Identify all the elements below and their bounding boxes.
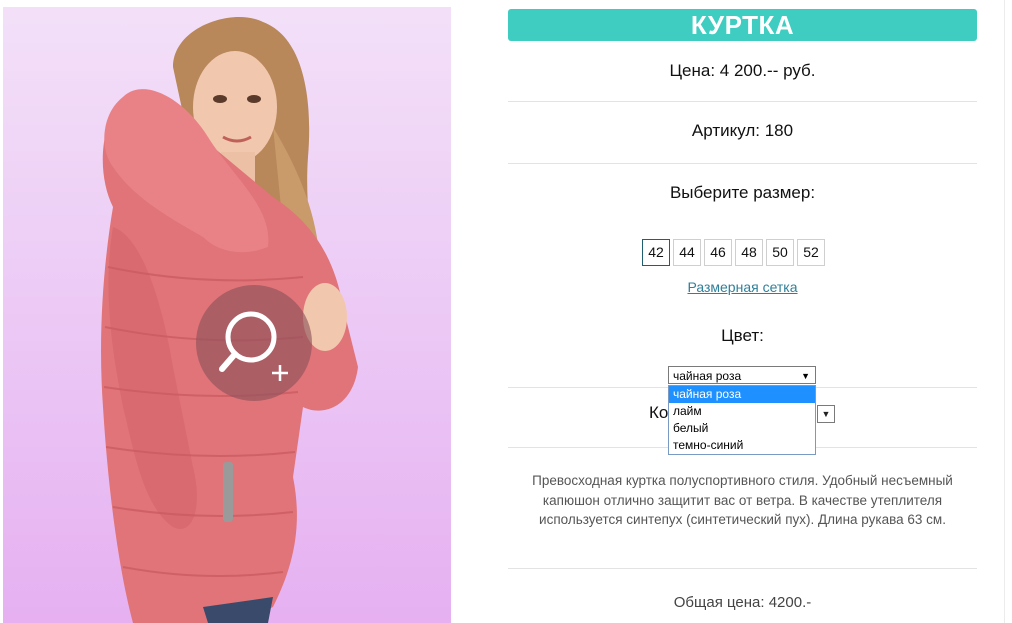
total-price: Общая цена: 4200.- [673, 594, 812, 611]
page-edge-divider [1004, 0, 1005, 623]
color-label: Цвет: [721, 326, 764, 345]
zoom-button[interactable] [196, 285, 312, 401]
zoom-in-icon [219, 311, 288, 381]
quantity-select[interactable]: ▼ [817, 405, 835, 423]
size-prompt: Выберите размер: [669, 183, 816, 202]
size-option-52[interactable]: 52 [797, 239, 825, 266]
color-select-value: чайная роза [673, 369, 742, 383]
color-option[interactable]: лайм [669, 403, 815, 420]
quantity-label: Ко [649, 403, 669, 422]
divider [508, 101, 977, 102]
price-text: Цена: 4 200.-- руб. [669, 61, 816, 80]
size-option-48[interactable]: 48 [735, 239, 763, 266]
color-option[interactable]: чайная роза [669, 386, 815, 403]
divider [508, 163, 977, 164]
size-chart-link[interactable]: Размерная сетка [508, 279, 977, 295]
product-photo[interactable] [3, 7, 451, 623]
size-option-50[interactable]: 50 [766, 239, 794, 266]
triangle-down-icon: ▼ [801, 371, 810, 381]
size-option-42[interactable]: 42 [642, 239, 670, 266]
article-text: Артикул: 180 [691, 121, 794, 140]
product-description: Превосходная куртка полуспортивного стил… [532, 473, 953, 527]
color-option[interactable]: темно-синий [669, 437, 815, 454]
color-option[interactable]: белый [669, 420, 815, 437]
divider [508, 568, 977, 569]
size-option-46[interactable]: 46 [704, 239, 732, 266]
color-select[interactable]: чайная роза ▼ [668, 366, 816, 384]
size-option-44[interactable]: 44 [673, 239, 701, 266]
product-title: КУРТКА [508, 9, 977, 41]
color-dropdown-list: чайная роза лайм белый темно-синий [668, 385, 816, 455]
